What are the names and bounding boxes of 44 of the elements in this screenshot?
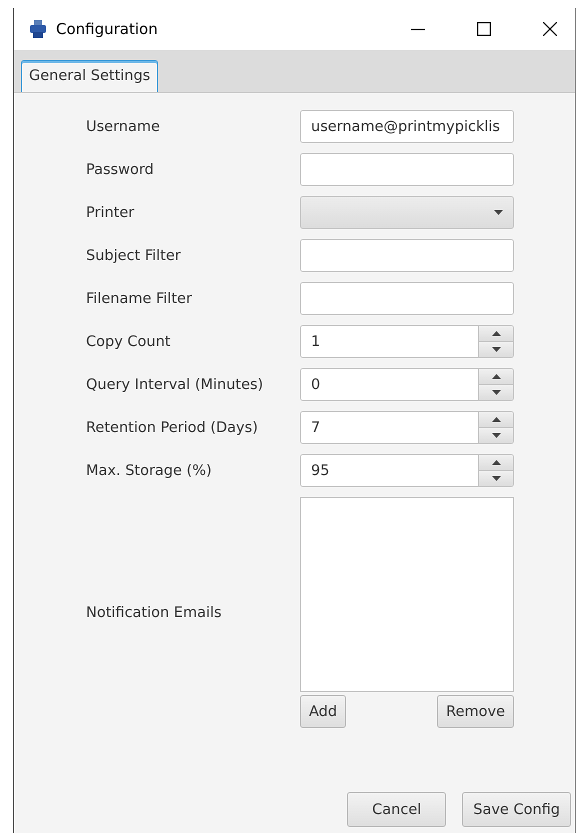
caret-icon xyxy=(494,210,503,215)
decrement-button[interactable] xyxy=(479,341,513,357)
down-arrow-icon xyxy=(492,476,500,481)
field-label: Filename Filter xyxy=(86,290,193,306)
field-label: Username xyxy=(86,118,161,134)
up-arrow-icon xyxy=(492,374,500,379)
dialog-button[interactable]: Save Config xyxy=(462,792,571,827)
number-field[interactable]: 7 xyxy=(300,411,479,444)
decrement-button[interactable] xyxy=(479,427,513,443)
increment-button[interactable] xyxy=(479,326,513,341)
list-button[interactable]: Add xyxy=(300,695,346,728)
close-icon[interactable] xyxy=(543,22,557,36)
field-label: Printer xyxy=(86,204,136,220)
field-label: Retention Period (Days) xyxy=(86,420,259,436)
number-field[interactable]: 0 xyxy=(300,368,479,401)
field-label: Max. Storage (%) xyxy=(86,462,213,478)
field-label: Notification Emails xyxy=(86,604,223,620)
up-arrow-icon xyxy=(492,417,500,422)
field-label: Query Interval (Minutes) xyxy=(86,376,264,392)
up-arrow-icon xyxy=(492,331,500,336)
down-arrow-icon xyxy=(492,433,500,438)
field-label: Password xyxy=(86,162,155,178)
dialog-button[interactable]: Cancel xyxy=(347,792,446,827)
down-arrow-icon xyxy=(492,347,500,352)
window-title: Configuration xyxy=(56,20,158,38)
up-arrow-icon xyxy=(492,460,500,465)
decrement-button[interactable] xyxy=(479,470,513,486)
increment-button[interactable] xyxy=(479,455,513,470)
number-field[interactable]: 95 xyxy=(300,454,479,487)
text-field[interactable]: username@printmypicklis xyxy=(300,110,514,143)
printer-icon xyxy=(30,20,46,38)
increment-button[interactable] xyxy=(479,412,513,427)
settings-tab[interactable]: General Settings xyxy=(21,60,158,92)
increment-button[interactable] xyxy=(479,369,513,384)
text-field[interactable] xyxy=(300,282,514,315)
field-label: Subject Filter xyxy=(86,248,182,264)
decrement-button[interactable] xyxy=(479,384,513,400)
text-field[interactable] xyxy=(300,239,514,272)
password-field[interactable] xyxy=(300,153,514,186)
down-arrow-icon xyxy=(492,390,500,395)
field-label: Copy Count xyxy=(86,334,172,350)
list-button[interactable]: Remove xyxy=(437,695,514,728)
maximize-icon[interactable] xyxy=(477,22,491,36)
number-field[interactable]: 1 xyxy=(300,325,479,358)
